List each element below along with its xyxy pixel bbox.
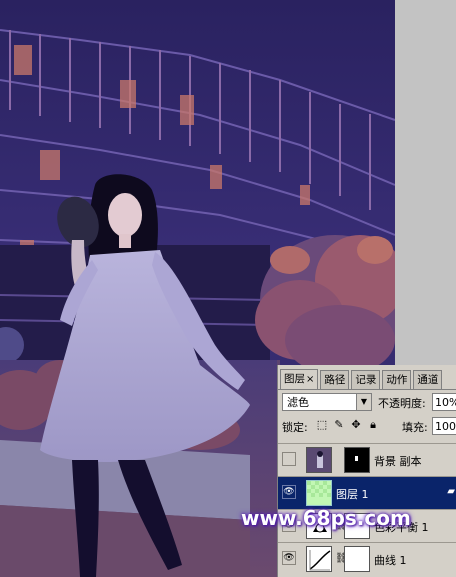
layer-name: 背景 副本: [374, 455, 422, 468]
curves-icon: [306, 546, 332, 572]
visibility-toggle[interactable]: [282, 452, 296, 466]
blend-row: 滤色 ▼ 不透明度: 10%: [282, 393, 456, 413]
tab-paths[interactable]: 路径: [320, 370, 350, 389]
fill-label: 填充:: [402, 421, 428, 434]
tab-channels[interactable]: 通道: [413, 370, 443, 389]
layer-thumbnail: [306, 480, 332, 506]
canvas-gray-edge: [395, 0, 456, 365]
layer-row-background-copy[interactable]: 背景 副本: [278, 443, 456, 476]
lock-brush-icon[interactable]: ✎: [333, 419, 345, 431]
panel-tabs: 图层× 路径 记录 动作 通道: [278, 365, 456, 390]
opacity-input[interactable]: 10%: [432, 393, 456, 411]
layer-mask-thumbnail: [344, 546, 370, 572]
layer-name: 图层 1: [336, 488, 369, 501]
chevron-down-icon[interactable]: ▼: [356, 394, 371, 410]
lock-label: 锁定:: [282, 421, 308, 434]
layers-panel: 图层× 路径 记录 动作 通道 滤色 ▼ 不透明度: 10% 锁定: ⬚ ✎ ✥…: [277, 365, 456, 577]
tab-layers[interactable]: 图层×: [280, 369, 319, 389]
tab-close-icon[interactable]: ×: [306, 374, 314, 385]
layer-name: 曲线 1: [374, 554, 407, 567]
layer-row-curves-1[interactable]: 👁︎ ⛓︎ 曲线 1: [278, 542, 456, 575]
tab-actions[interactable]: 动作: [382, 370, 412, 389]
lock-move-icon[interactable]: ✥: [350, 419, 362, 431]
watermark: www.68ps.com: [241, 506, 411, 530]
eye-icon[interactable]: 👁︎: [282, 551, 296, 565]
brush-icon: ▰: [447, 486, 455, 497]
eye-icon[interactable]: 👁︎: [282, 485, 296, 499]
layer-row-layer-1[interactable]: 👁︎ 图层 1 ▰: [278, 476, 456, 509]
lock-transparent-icon[interactable]: ⬚: [316, 419, 328, 431]
lock-all-icon[interactable]: 🔒︎: [367, 419, 379, 431]
tab-history[interactable]: 记录: [351, 370, 381, 389]
opacity-label: 不透明度:: [378, 397, 426, 410]
blend-mode-select[interactable]: 滤色 ▼: [282, 393, 372, 411]
lock-row: 锁定: ⬚ ✎ ✥ 🔒︎ 填充: 100%: [282, 417, 456, 435]
layer-mask-thumbnail: [344, 447, 370, 473]
blend-mode-value: 滤色: [287, 396, 309, 409]
autumn-tree: [255, 235, 410, 375]
layer-thumbnail: [306, 447, 332, 473]
fill-input[interactable]: 100%: [432, 417, 456, 435]
